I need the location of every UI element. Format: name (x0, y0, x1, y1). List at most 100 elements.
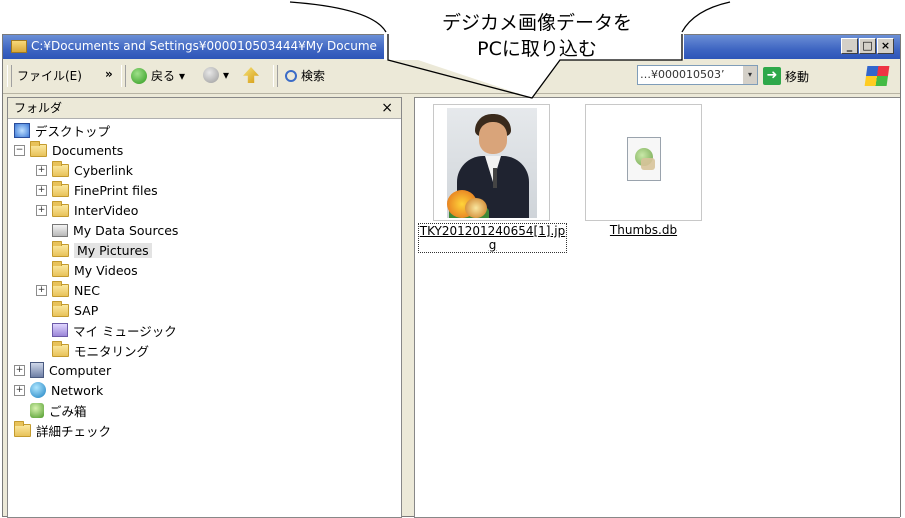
search-icon (285, 69, 297, 82)
go-button[interactable]: ➜ 移動 (763, 67, 809, 85)
folder-icon (52, 300, 69, 317)
folder-icon (30, 140, 47, 157)
file-name-photo[interactable]: TKY201201240654[1].jp g (418, 223, 567, 253)
tree-item-label: FinePrint files (74, 182, 158, 198)
tree-item-label: マイ ミュージック (73, 323, 177, 339)
tree-item-my-data-sources[interactable]: My Data Sources (52, 220, 178, 240)
file-name-line: TKY201201240654[1].jp (419, 224, 566, 238)
folder-icon (14, 420, 31, 437)
tree-item-fineprint-files[interactable]: + FinePrint files (36, 180, 158, 200)
close-button[interactable]: × (877, 38, 894, 54)
toolbar-grip[interactable] (121, 65, 126, 87)
tree-item-label: NEC (74, 282, 100, 298)
menu-chevron[interactable]: » (105, 67, 113, 81)
tree-item-monitoring[interactable]: モニタリング (52, 340, 149, 360)
tree-item-label: ごみ箱 (49, 403, 87, 419)
tree-item-label: My Videos (74, 262, 138, 278)
minimize-button[interactable]: _ (841, 38, 858, 54)
back-button[interactable]: 戻る ▾ (131, 67, 185, 84)
tree-item-desktop[interactable]: デスクトップ (14, 120, 110, 140)
folder-pane: フォルダ × デスクトップ − Documents + Cyberlink + … (7, 97, 402, 518)
toolbar: ファイル(E) » 戻る ▾ ▾ 検索 …¥000010503’ ▾ ➜ 移動 (3, 59, 900, 94)
callout-line-2: PCに取り込む (477, 38, 597, 60)
window-controls: _ □ × (841, 38, 894, 54)
file-menu[interactable]: ファイル(E) (17, 67, 82, 84)
tree-item-nec[interactable]: + NEC (36, 280, 100, 300)
search-button[interactable]: 検索 (285, 67, 325, 84)
desktop-icon (14, 122, 30, 138)
tree-item-sap[interactable]: SAP (52, 300, 98, 320)
folder-icon (52, 200, 69, 217)
file-name-line: g (488, 238, 497, 252)
database-file-icon (627, 137, 661, 181)
go-label: 移動 (785, 69, 810, 84)
computer-icon (30, 362, 44, 378)
toolbar-grip[interactable] (7, 65, 12, 87)
collapse-toggle[interactable]: − (14, 144, 25, 156)
address-value: …¥000010503’ (640, 68, 725, 81)
tree-item-my-videos[interactable]: My Videos (52, 260, 138, 280)
forward-button[interactable]: ▾ (203, 67, 229, 83)
tree-item-my-music[interactable]: マイ ミュージック (52, 320, 177, 340)
back-arrow-icon (131, 67, 147, 84)
folder-icon (52, 160, 69, 177)
toolbar-grip[interactable] (273, 65, 278, 87)
music-folder-icon (52, 323, 68, 337)
tree-item-cyberlink[interactable]: + Cyberlink (36, 160, 133, 180)
tree-item-documents[interactable]: − Documents (14, 140, 123, 160)
tree-item-label: Cyberlink (74, 162, 133, 178)
tree-item-label: デスクトップ (35, 123, 111, 139)
tree-item-label: SAP (74, 302, 99, 318)
tree-item-detail-check[interactable]: 詳細チェック (14, 420, 111, 440)
window-title: C:¥Documents and Settings¥000010503444¥M… (31, 39, 377, 53)
recycle-bin-icon (30, 402, 44, 418)
folder-pane-header: フォルダ × (8, 98, 401, 119)
callout-line-1: デジカメ画像データを (441, 12, 632, 34)
expand-toggle[interactable]: + (14, 364, 25, 376)
folder-icon (11, 40, 27, 53)
forward-arrow-icon (203, 67, 219, 83)
expand-toggle[interactable]: + (14, 384, 25, 396)
file-name-thumbs-db[interactable]: Thumbs.db (585, 223, 702, 237)
file-thumbnail-photo[interactable] (433, 104, 550, 221)
tree-item-label: My Pictures (74, 242, 152, 258)
tree-item-intervideo[interactable]: + InterVideo (36, 200, 138, 220)
folder-icon (52, 240, 69, 257)
address-input[interactable]: …¥000010503’ ▾ (637, 65, 758, 85)
maximize-button[interactable]: □ (859, 38, 876, 54)
up-folder-icon (243, 67, 259, 83)
close-pane-icon[interactable]: × (381, 98, 393, 118)
expand-toggle[interactable]: + (36, 164, 47, 176)
back-dropdown-icon[interactable]: ▾ (179, 69, 185, 83)
explorer-window: C:¥Documents and Settings¥000010503444¥M… (2, 34, 901, 518)
tree-item-label: My Data Sources (73, 222, 179, 238)
tree-item-computer[interactable]: + Computer (14, 360, 111, 380)
callout-text: デジカメ画像データを PCに取り込む (387, 4, 687, 62)
tree-item-label: Documents (52, 142, 124, 158)
folder-icon (52, 280, 69, 297)
back-label: 戻る (151, 69, 176, 83)
expand-toggle[interactable]: + (36, 184, 47, 196)
tree-item-label: Network (51, 382, 104, 398)
tree-item-recycle-bin[interactable]: ごみ箱 (30, 400, 87, 420)
address-dropdown-icon[interactable]: ▾ (743, 66, 757, 84)
tree-item-label: InterVideo (74, 202, 139, 218)
windows-logo-icon (864, 66, 890, 86)
tree-item-network[interactable]: + Network (14, 380, 103, 400)
tree-item-label: Computer (49, 362, 112, 378)
expand-toggle[interactable]: + (36, 284, 47, 296)
up-folder-button[interactable] (243, 67, 259, 83)
network-icon (30, 382, 46, 398)
photo-thumbnail (447, 108, 537, 218)
folder-icon (52, 260, 69, 277)
folder-icon (52, 340, 69, 357)
tree-item-my-pictures[interactable]: My Pictures (52, 240, 152, 260)
search-label: 検索 (301, 69, 326, 83)
folder-icon (52, 180, 69, 197)
file-thumbnail-thumbs-db[interactable] (585, 104, 702, 221)
tree-item-label: モニタリング (74, 343, 150, 359)
file-list-pane: TKY201201240654[1].jp g Thumbs.db (414, 97, 900, 518)
folder-pane-title: フォルダ (14, 101, 63, 115)
expand-toggle[interactable]: + (36, 204, 47, 216)
forward-dropdown-icon[interactable]: ▾ (223, 68, 229, 82)
